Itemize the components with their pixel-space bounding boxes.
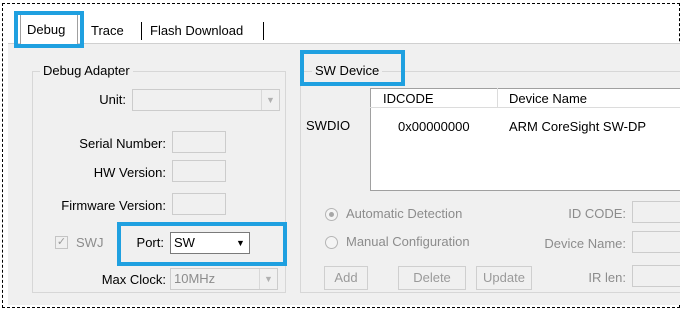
swdio-label: SWDIO (306, 118, 351, 133)
id-code-label: ID CODE: (568, 206, 626, 221)
debug-adapter-title: Debug Adapter (40, 63, 133, 78)
max-clock-label: Max Clock: (101, 272, 166, 287)
column-header-idcode: IDCODE (383, 91, 434, 106)
max-clock-value: 10MHz (174, 271, 216, 286)
unit-select[interactable]: ▼ (132, 89, 280, 111)
table-cell-idcode: 0x00000000 (398, 119, 470, 134)
max-clock-select[interactable]: 10MHz ▼ (170, 268, 278, 290)
manual-configuration-label: Manual Configuration (346, 234, 470, 249)
swj-checkbox[interactable]: ✓ (55, 236, 68, 249)
hw-version-field[interactable] (172, 160, 226, 182)
firmware-version-field[interactable] (172, 193, 226, 215)
tab-debug-highlight (14, 11, 84, 48)
ir-len-field[interactable] (632, 265, 680, 287)
sw-device-highlight (300, 50, 405, 86)
column-divider (497, 88, 498, 108)
chevron-down-icon: ▼ (259, 269, 277, 289)
device-name-label: Device Name: (544, 236, 626, 251)
delete-button[interactable]: Delete (398, 266, 466, 290)
update-button[interactable]: Update (476, 266, 532, 290)
serial-number-field[interactable] (172, 131, 226, 153)
hw-version-label: HW Version: (93, 165, 166, 180)
table-cell-device-name: ARM CoreSight SW-DP (509, 119, 647, 134)
tab-flash-download[interactable]: Flash Download (150, 20, 243, 42)
ir-len-label: IR len: (588, 270, 626, 285)
id-code-field[interactable] (632, 201, 680, 223)
tab-trace-label: Trace (91, 23, 124, 38)
tab-trace[interactable]: Trace (91, 20, 124, 42)
checkmark-icon: ✓ (56, 236, 67, 248)
port-highlight (117, 222, 287, 266)
automatic-detection-label: Automatic Detection (346, 206, 463, 221)
add-button[interactable]: Add (324, 266, 368, 290)
automatic-detection-radio[interactable] (325, 208, 338, 221)
swj-label: SWJ (76, 235, 104, 250)
tab-separator (263, 22, 264, 40)
tab-separator (141, 22, 142, 40)
device-name-field[interactable] (632, 231, 680, 253)
tab-flash-download-label: Flash Download (150, 23, 244, 38)
serial-number-label: Serial Number: (79, 136, 166, 151)
column-header-device-name: Device Name (509, 91, 588, 106)
unit-label: Unit: (99, 92, 126, 107)
manual-configuration-radio[interactable] (325, 236, 338, 249)
chevron-down-icon: ▼ (261, 90, 279, 110)
firmware-version-label: Firmware Version: (61, 198, 166, 213)
